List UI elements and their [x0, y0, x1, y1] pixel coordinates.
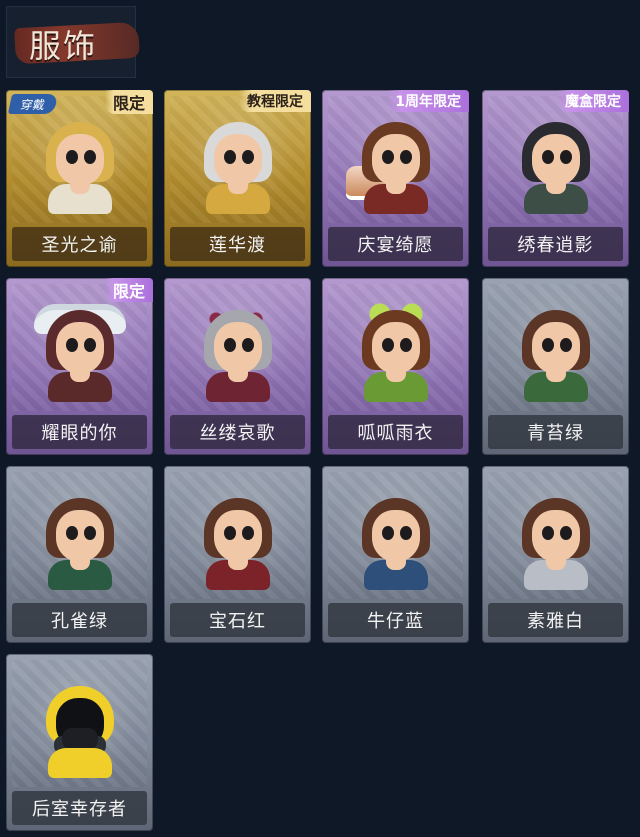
character-portrait — [512, 116, 600, 214]
character-portrait — [36, 116, 124, 214]
eye — [66, 526, 78, 540]
outfit-name: 素雅白 — [488, 603, 623, 637]
limited-badge: 教程限定 — [239, 90, 311, 112]
eye — [84, 338, 96, 352]
eye — [242, 338, 254, 352]
limited-badge: 限定 — [104, 90, 153, 114]
outfit-name: 牛仔蓝 — [328, 603, 463, 637]
outfit-card[interactable]: 穿戴 限定 圣光之谕 — [6, 90, 153, 267]
eye — [242, 526, 254, 540]
eye — [84, 150, 96, 164]
eye — [542, 150, 554, 164]
outfit-card[interactable]: 牛仔蓝 — [322, 466, 469, 643]
outfit-card[interactable]: 青苔绿 — [482, 278, 629, 455]
outfit-card[interactable]: 丝缕哀歌 — [164, 278, 311, 455]
hands — [386, 552, 406, 570]
eye — [560, 338, 572, 352]
outfit-card[interactable]: 限定 耀眼的你 — [6, 278, 153, 455]
eye — [542, 338, 554, 352]
character-portrait — [194, 492, 282, 590]
outfit-name: 莲华渡 — [170, 227, 305, 261]
eye — [382, 338, 394, 352]
character-portrait — [34, 304, 126, 402]
eye — [400, 338, 412, 352]
hands — [546, 364, 566, 382]
outfit-name: 绣春逍影 — [488, 227, 623, 261]
hands — [546, 552, 566, 570]
eye — [224, 338, 236, 352]
hands — [228, 364, 248, 382]
eye — [542, 526, 554, 540]
outfit-name: 耀眼的你 — [12, 415, 147, 449]
eye — [560, 526, 572, 540]
character-portrait — [352, 302, 440, 402]
hands — [386, 176, 406, 194]
character-portrait — [194, 116, 282, 214]
eye — [84, 526, 96, 540]
character-portrait — [36, 680, 124, 778]
character-portrait — [512, 492, 600, 590]
eye — [382, 150, 394, 164]
outfit-card[interactable]: 魔盒限定 绣春逍影 — [482, 90, 629, 267]
hands — [546, 176, 566, 194]
eye — [66, 150, 78, 164]
outfit-card[interactable]: 呱呱雨衣 — [322, 278, 469, 455]
character-portrait — [346, 116, 440, 214]
outfit-card[interactable]: 孔雀绿 — [6, 466, 153, 643]
hands — [70, 364, 90, 382]
hands — [228, 176, 248, 194]
character-portrait — [352, 492, 440, 590]
limited-badge: 限定 — [104, 278, 153, 302]
outfit-name: 庆宴绮愿 — [328, 227, 463, 261]
mystery-box-badge: 魔盒限定 — [557, 90, 629, 112]
hands — [228, 552, 248, 570]
eye — [66, 338, 78, 352]
outfit-card[interactable]: 1周年限定 庆宴绮愿 — [322, 90, 469, 267]
outfit-name: 宝石红 — [170, 603, 305, 637]
hands — [386, 364, 406, 382]
gas-mask-icon — [62, 728, 98, 750]
character-portrait — [36, 492, 124, 590]
outfit-card[interactable]: 宝石红 — [164, 466, 311, 643]
outfit-name: 丝缕哀歌 — [170, 415, 305, 449]
anniversary-badge: 1周年限定 — [387, 90, 469, 112]
eye — [224, 526, 236, 540]
eye — [382, 526, 394, 540]
wearing-tag: 穿戴 — [7, 94, 59, 114]
eye — [560, 150, 572, 164]
hands — [70, 552, 90, 570]
outfit-name: 圣光之谕 — [12, 227, 147, 261]
eye — [224, 150, 236, 164]
eye — [400, 150, 412, 164]
outfit-grid: 穿戴 限定 圣光之谕 教程限定 莲华渡 1周年限定 庆宴绮愿 魔盒限定 绣春逍影… — [0, 0, 640, 837]
outfit-body — [48, 748, 112, 778]
outfit-name: 孔雀绿 — [12, 603, 147, 637]
outfit-card[interactable]: 教程限定 莲华渡 — [164, 90, 311, 267]
eye — [400, 526, 412, 540]
character-portrait — [512, 304, 600, 402]
hands — [70, 176, 90, 194]
outfit-name: 后室幸存者 — [12, 791, 147, 825]
outfit-name: 青苔绿 — [488, 415, 623, 449]
outfit-card[interactable]: 后室幸存者 — [6, 654, 153, 831]
outfit-card[interactable]: 素雅白 — [482, 466, 629, 643]
outfit-name: 呱呱雨衣 — [328, 415, 463, 449]
character-portrait — [194, 304, 282, 402]
eye — [242, 150, 254, 164]
